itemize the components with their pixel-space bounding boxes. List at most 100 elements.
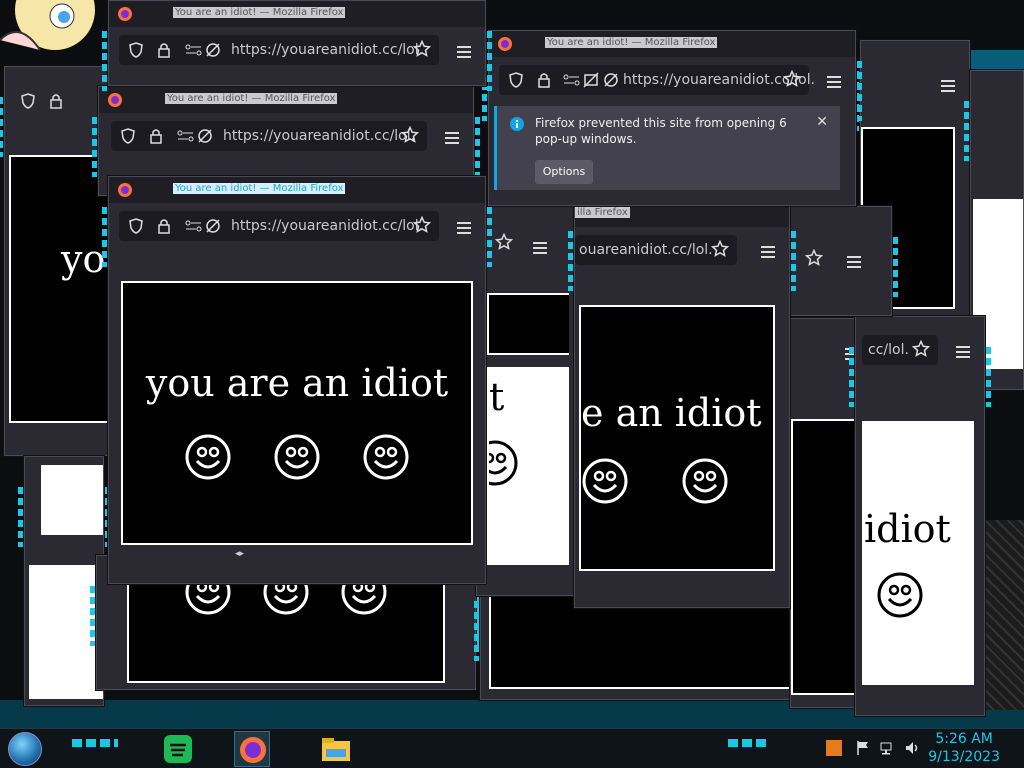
url-bar[interactable]: https://youareanidiot.cc/lol. [499, 65, 815, 95]
menu-icon[interactable] [761, 243, 775, 262]
page-content: idiot [862, 421, 974, 685]
lock-icon[interactable] [537, 72, 551, 92]
page-content [791, 419, 863, 695]
url-text: https://youareanidiot.cc/lol. [223, 128, 416, 144]
system-clock[interactable]: 5:26 AM 9/13/2023 [928, 730, 1000, 766]
page-content: e an idiot [579, 305, 775, 571]
window-title: You are an idiot! — Mozilla Firefox [173, 183, 346, 194]
url-text: cc/lol. [868, 342, 909, 358]
window-title: You are an idiot! — Mozilla Firefox [165, 93, 338, 104]
mascot-character [0, 0, 110, 60]
shield-icon[interactable] [129, 42, 143, 62]
firefox-icon [107, 92, 123, 112]
clock-time: 5:26 AM [935, 731, 993, 747]
taskbar-decoration [72, 739, 118, 747]
notification-message: Firefox prevented this site from opening… [535, 116, 787, 146]
bookmark-star-icon[interactable] [400, 125, 420, 148]
lock-icon[interactable] [157, 42, 171, 62]
options-button[interactable]: Options [535, 160, 593, 184]
menu-icon[interactable] [445, 129, 459, 148]
tracking-blocked-icon[interactable] [205, 42, 221, 62]
smiley-icon [877, 572, 923, 618]
browser-window[interactable] [18, 456, 110, 706]
page-content [41, 465, 103, 535]
volume-icon[interactable] [904, 740, 920, 760]
url-bar[interactable]: https://youareanidiot.cc/lol. [119, 35, 439, 65]
url-bar[interactable]: https://youareanidiot.cc/lol. [119, 211, 439, 241]
tracking-blocked-icon[interactable] [205, 218, 221, 238]
firefox-icon [117, 182, 133, 202]
taskbar: 5:26 AM 9/13/2023 [0, 728, 1024, 768]
lock-icon[interactable] [149, 128, 163, 148]
smiley-icon [682, 458, 728, 504]
bookmark-star-icon[interactable] [412, 39, 432, 62]
tracking-blocked-icon[interactable] [197, 128, 213, 148]
clock-date: 9/13/2023 [928, 749, 1000, 765]
window-title: You are an idiot! — Mozilla Firefox [173, 7, 346, 18]
smiley-icon [185, 434, 231, 480]
firefox-app-button[interactable] [234, 731, 270, 767]
popup-blocked-notification: Firefox prevented this site from opening… [494, 106, 840, 190]
menu-icon[interactable] [827, 73, 841, 92]
url-text: https://youareanidiot.cc/lol. [231, 42, 424, 58]
page-heading: you are an idiot [145, 361, 449, 405]
info-icon [509, 116, 525, 136]
url-bar[interactable]: cc/lol. [862, 335, 938, 365]
firefox-icon [497, 36, 513, 56]
desktop: yo cc/lol. idiot t illa Firefox ouareani… [0, 0, 1024, 728]
browser-window[interactable]: cc/lol. idiot [849, 316, 991, 716]
smiley-icon [274, 434, 320, 480]
page-heading-fragment: e an idiot [581, 391, 762, 435]
popup-blocked-icon[interactable] [583, 72, 599, 92]
lock-icon[interactable] [49, 93, 63, 113]
app-tray-icon[interactable] [826, 740, 842, 760]
menu-icon[interactable] [457, 43, 471, 62]
tracking-blocked-icon[interactable] [603, 72, 619, 92]
window-title: You are an idiot! — Mozilla Firefox [545, 37, 718, 48]
taskbar-decoration [728, 739, 770, 747]
browser-window[interactable]: illa Firefox ouareanidiot.cc/lol. e an i… [568, 200, 796, 608]
menu-icon[interactable] [457, 219, 471, 238]
smiley-icon [489, 440, 518, 486]
bookmark-star-icon[interactable] [804, 248, 824, 271]
shield-icon[interactable] [129, 218, 143, 238]
url-bar[interactable]: https://youareanidiot.cc/lol. [111, 121, 427, 151]
menu-icon[interactable] [941, 77, 955, 96]
browser-window-active[interactable]: You are an idiot! — Mozilla Firefox http… [102, 176, 492, 584]
page-content: t [487, 367, 569, 565]
browser-window[interactable]: You are an idiot! — Mozilla Firefox http… [102, 0, 492, 91]
menu-icon[interactable] [956, 343, 970, 362]
permissions-icon[interactable] [185, 42, 203, 62]
menu-icon[interactable] [847, 253, 861, 272]
browser-window[interactable] [774, 206, 898, 316]
smiley-icon [582, 458, 628, 504]
lock-icon[interactable] [157, 218, 171, 238]
shield-icon[interactable] [121, 128, 135, 148]
spotify-app-button[interactable] [160, 731, 196, 767]
smiley-icon [363, 434, 409, 480]
permissions-icon[interactable] [185, 218, 203, 238]
resize-handle[interactable]: ◂▸ [235, 549, 244, 559]
flag-icon[interactable] [856, 740, 870, 760]
url-bar[interactable]: ouareanidiot.cc/lol. [575, 235, 737, 265]
bookmark-star-icon[interactable] [911, 339, 931, 362]
permissions-icon[interactable] [177, 128, 195, 148]
menu-icon[interactable] [533, 239, 547, 258]
permissions-icon[interactable] [563, 72, 581, 92]
window-title: illa Firefox [575, 207, 630, 218]
desktop-circuit-pattern [984, 520, 1024, 710]
url-text: https://youareanidiot.cc/lol. [231, 218, 424, 234]
start-button[interactable] [8, 732, 42, 766]
url-text: ouareanidiot.cc/lol. [579, 242, 713, 258]
bookmark-star-icon[interactable] [412, 215, 432, 238]
page-content: you are an idiot [121, 281, 473, 545]
page-heading-fragment: t [489, 375, 505, 419]
file-explorer-app-button[interactable] [318, 731, 354, 767]
network-icon[interactable] [880, 740, 896, 760]
shield-icon[interactable] [21, 93, 35, 113]
close-icon[interactable]: ✕ [816, 114, 828, 130]
bookmark-star-icon[interactable] [710, 239, 730, 262]
bookmark-star-icon[interactable] [782, 69, 802, 92]
shield-icon[interactable] [509, 72, 523, 92]
bookmark-star-icon[interactable] [494, 232, 514, 255]
